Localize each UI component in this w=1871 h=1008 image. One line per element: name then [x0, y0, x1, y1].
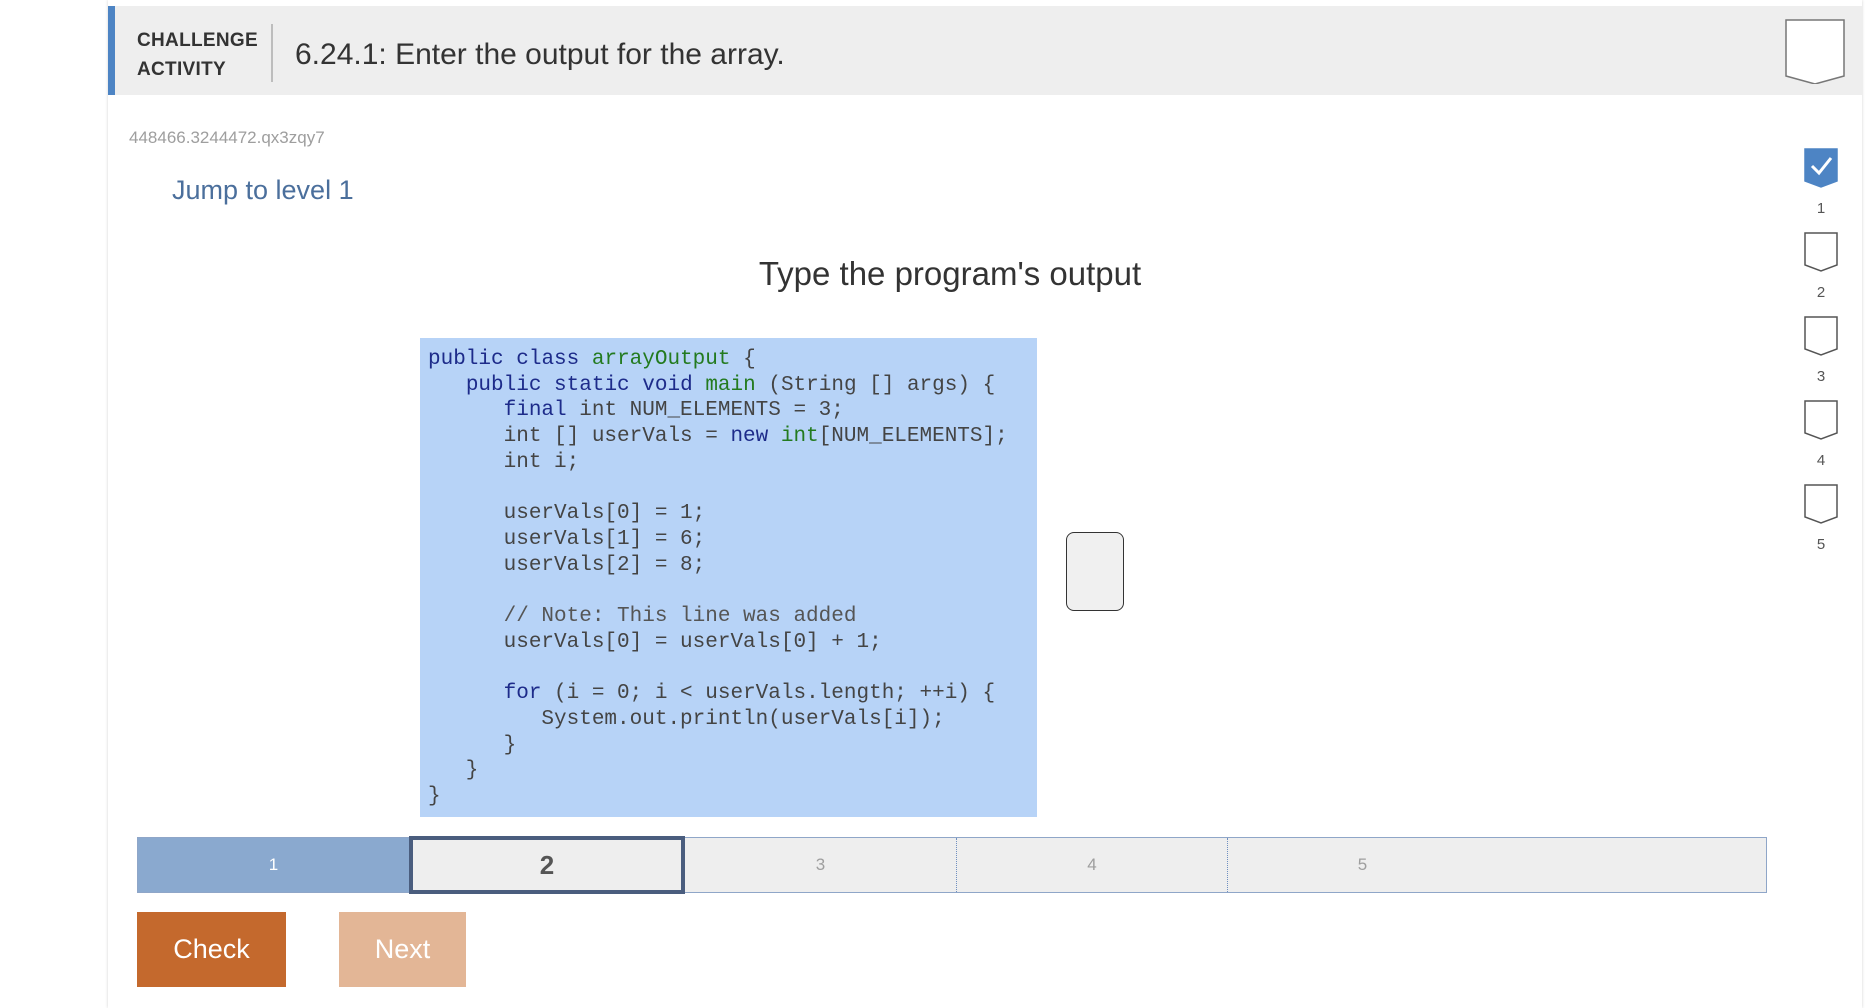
level-segment-label: 4 [1087, 855, 1097, 874]
empty-badge-icon [1803, 484, 1839, 529]
check-button[interactable]: Check [137, 912, 286, 987]
side-level-number: 2 [1816, 284, 1826, 301]
empty-badge-icon [1803, 400, 1839, 445]
checkmark-badge-icon [1803, 148, 1839, 193]
side-level-number: 3 [1816, 368, 1826, 385]
answer-input[interactable] [1066, 532, 1124, 611]
side-level-5[interactable]: 5 [1797, 483, 1845, 553]
level-segment-1[interactable]: 1 [138, 838, 409, 892]
code-block: public class arrayOutput { public static… [420, 338, 1037, 817]
side-level-1[interactable]: 1 [1797, 147, 1845, 217]
side-level-number: 5 [1816, 536, 1826, 553]
activity-type-label: CHALLENGE ACTIVITY [137, 26, 267, 84]
activity-title: 6.24.1: Enter the output for the array. [295, 38, 785, 71]
side-level-number: 4 [1816, 452, 1826, 469]
level-segment-3[interactable]: 3 [685, 838, 956, 892]
header-divider [271, 24, 273, 82]
level-segment-5[interactable]: 5 [1227, 838, 1497, 892]
level-segment-2[interactable]: 2 [409, 836, 685, 894]
activity-type-line2: ACTIVITY [137, 59, 226, 80]
level-segment-label: 1 [268, 855, 279, 874]
level-segment-4[interactable]: 4 [956, 838, 1227, 892]
side-level-4[interactable]: 4 [1797, 399, 1845, 469]
activity-header: CHALLENGE ACTIVITY 6.24.1: Enter the out… [108, 6, 1862, 95]
level-segment-label: 5 [1357, 855, 1368, 874]
prompt-text: Type the program's output [758, 255, 1142, 292]
header-accent-bar [108, 6, 115, 95]
jump-to-level-link[interactable]: Jump to level 1 [172, 175, 354, 206]
code-text: public class arrayOutput { public static… [428, 348, 1008, 808]
empty-badge-icon [1803, 232, 1839, 277]
activity-id: 448466.3244472.qx3zqy7 [129, 128, 325, 147]
side-level-2[interactable]: 2 [1797, 231, 1845, 301]
level-segment-label: 3 [815, 855, 826, 874]
activity-type-line1: CHALLENGE [137, 30, 258, 51]
level-segment-label: 2 [539, 849, 555, 880]
side-level-number: 1 [1816, 200, 1826, 217]
level-progress-bar: 1 2 3 4 5 [137, 836, 1767, 894]
completion-badge-icon [1784, 18, 1846, 89]
empty-badge-icon [1803, 316, 1839, 361]
side-level-3[interactable]: 3 [1797, 315, 1845, 385]
next-button[interactable]: Next [339, 912, 466, 987]
